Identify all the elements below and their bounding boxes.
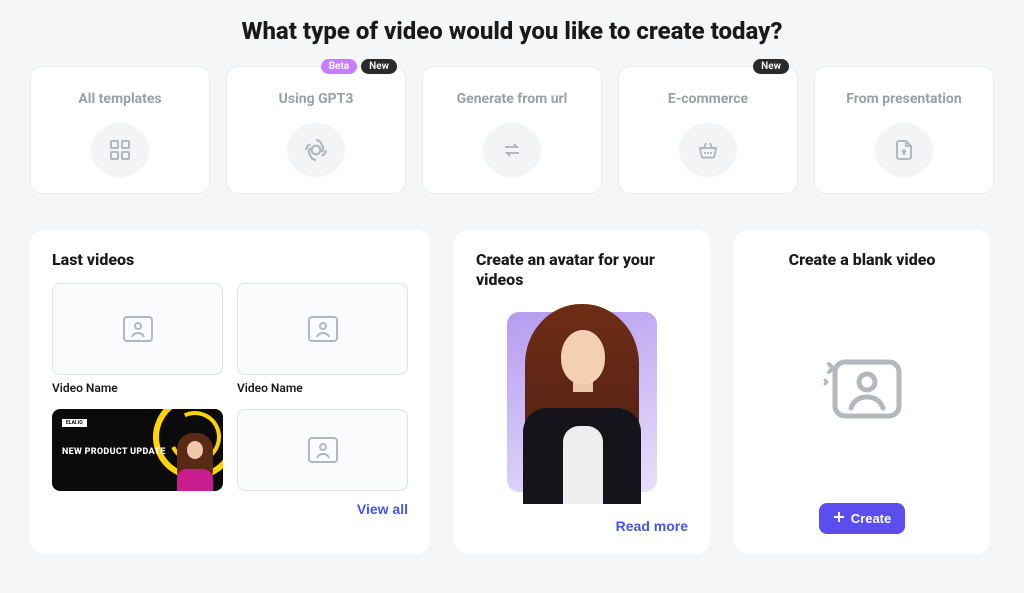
panel-title: Create an avatar for your videos xyxy=(476,250,688,290)
last-videos-panel: Last videos Video Name Video Name ELAI.I… xyxy=(30,230,430,554)
video-item[interactable]: Video Name xyxy=(237,283,408,395)
thumb-headline: NEW PRODUCT UPDATE xyxy=(62,447,166,457)
new-badge: New xyxy=(361,59,397,74)
grid-icon xyxy=(91,123,149,177)
video-thumbnail: ELAI.IO NEW PRODUCT UPDATE xyxy=(52,409,223,491)
panel-title: Create a blank video xyxy=(756,250,968,269)
thumb-brand: ELAI.IO xyxy=(62,419,87,427)
create-button-label: Create xyxy=(851,511,891,526)
option-ecommerce[interactable]: New E-commerce xyxy=(618,66,798,194)
page-title: What type of video would you like to cre… xyxy=(0,0,1024,66)
option-from-presentation[interactable]: From presentation xyxy=(814,66,994,194)
read-more-button[interactable]: Read more xyxy=(616,518,688,534)
plus-icon xyxy=(833,511,845,526)
video-name: Video Name xyxy=(52,381,223,395)
avatar-illustration xyxy=(476,312,688,492)
video-placeholder-icon xyxy=(237,283,408,375)
video-grid: Video Name Video Name ELAI.IO NEW PRODUC… xyxy=(52,283,408,491)
video-item[interactable]: Video Name xyxy=(52,283,223,395)
video-item[interactable]: ELAI.IO NEW PRODUCT UPDATE xyxy=(52,409,223,491)
video-item[interactable] xyxy=(237,409,408,491)
option-gpt3[interactable]: Beta New Using GPT3 xyxy=(226,66,406,194)
file-upload-icon xyxy=(875,123,933,177)
badge-group: Beta New xyxy=(321,59,397,74)
option-cards-row: All templates Beta New Using GPT3 Genera… xyxy=(0,66,1024,194)
panel-title: Last videos xyxy=(52,250,408,269)
beta-badge: Beta xyxy=(321,59,357,74)
option-label: Using GPT3 xyxy=(279,91,354,107)
video-placeholder-icon xyxy=(52,283,223,375)
create-button[interactable]: Create xyxy=(819,503,905,534)
blank-video-panel: Create a blank video Create xyxy=(734,230,990,554)
swap-icon xyxy=(483,123,541,177)
video-placeholder-icon xyxy=(237,409,408,491)
video-name: Video Name xyxy=(237,381,408,395)
option-label: All templates xyxy=(78,91,161,107)
option-label: Generate from url xyxy=(457,91,568,107)
badge-group: New xyxy=(753,59,789,74)
option-all-templates[interactable]: All templates xyxy=(30,66,210,194)
new-badge: New xyxy=(753,59,789,74)
create-avatar-panel: Create an avatar for your videos Read mo… xyxy=(454,230,710,554)
view-all-button[interactable]: View all xyxy=(357,501,408,517)
thumb-person-illustration xyxy=(175,433,215,491)
option-label: E-commerce xyxy=(668,91,748,107)
panels-row: Last videos Video Name Video Name ELAI.I… xyxy=(0,194,1024,554)
option-label: From presentation xyxy=(846,91,961,107)
blank-video-icon xyxy=(756,293,968,485)
openai-icon xyxy=(287,123,345,177)
option-generate-url[interactable]: Generate from url xyxy=(422,66,602,194)
basket-icon xyxy=(679,123,737,177)
